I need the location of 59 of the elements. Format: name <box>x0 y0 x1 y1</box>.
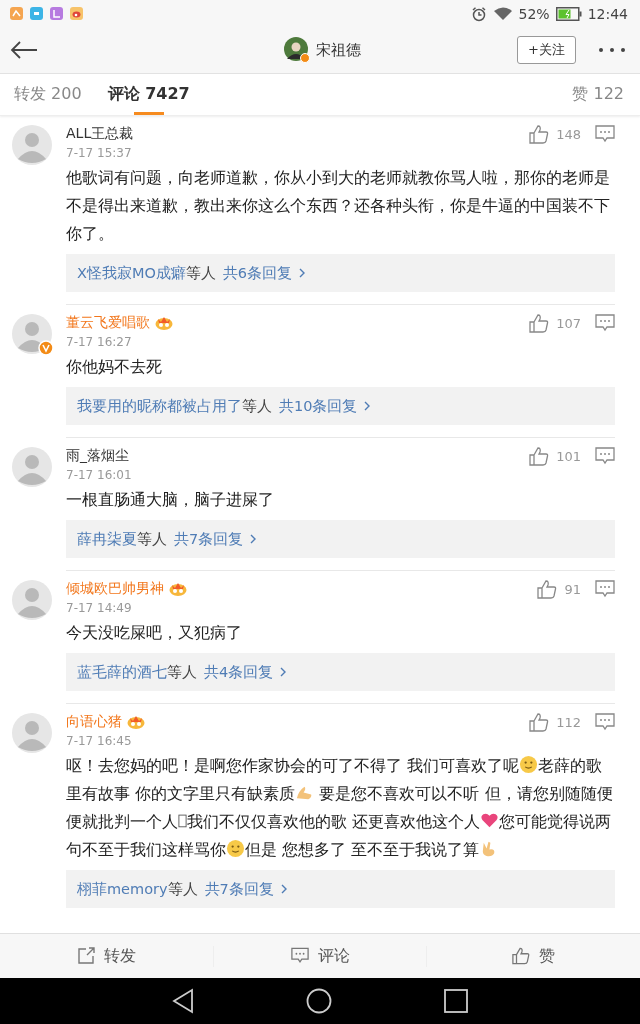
app-notification-icon <box>10 7 23 20</box>
reply-icon[interactable] <box>595 447 615 466</box>
crown-badge-icon <box>155 316 173 330</box>
comment-time: 7-17 16:27 <box>66 335 133 349</box>
chevron-icon <box>298 267 307 279</box>
battery-percentage: 52% <box>518 5 550 22</box>
heart-emoji-icon <box>480 811 500 830</box>
comment-text: 你他妈不去死 <box>66 356 163 378</box>
chevron-icon <box>363 400 372 412</box>
reply-icon[interactable] <box>595 125 615 144</box>
wifi-icon <box>492 6 513 21</box>
clock-time: 12:44 <box>587 5 628 22</box>
smiley-emoji-icon <box>519 755 539 774</box>
replies-link[interactable]: 我要用的昵称都被占用了等人 共10条回复 <box>66 387 615 425</box>
recents-nav-icon[interactable] <box>444 989 468 1013</box>
tab[interactable]: 转发 200 <box>14 74 82 115</box>
crown-badge-icon <box>127 715 145 729</box>
chevron-icon <box>249 533 258 545</box>
smiley-emoji-icon <box>226 839 245 858</box>
like-button[interactable]: 赞 <box>426 945 640 967</box>
username[interactable]: ALL王总裁 <box>66 125 134 143</box>
back-nav-icon[interactable] <box>172 988 194 1014</box>
back-button[interactable] <box>10 40 38 60</box>
comment-text: 一根直肠通大脑，脑子进屎了 <box>66 489 275 511</box>
home-nav-icon[interactable] <box>306 988 332 1014</box>
reply-icon[interactable] <box>595 314 615 333</box>
more-icon[interactable] <box>598 46 626 54</box>
page-title: 宋祖德 <box>316 40 362 60</box>
follow-button[interactable]: +关注 <box>517 36 576 64</box>
share-icon <box>76 947 95 965</box>
comment-time: 7-17 15:37 <box>66 146 133 160</box>
comment-text: 他歌词有问题，向老师道歉，你从小到大的老师就教你骂人啦，那你的老师是不是得出来道歉，教出来你这么个东西？还各种头衔，你是牛逼的中国装不下你了。 <box>66 167 611 245</box>
replies-link[interactable]: 栩菲memory等人 共7条回复 <box>66 870 615 908</box>
repost-button[interactable]: 转发 <box>0 945 213 967</box>
reply-icon[interactable] <box>595 713 615 732</box>
app-notification-icon <box>50 7 63 20</box>
replies-link[interactable]: 薛冉柒夏等人 共7条回复 <box>66 520 615 558</box>
app-notification-icon <box>70 7 83 20</box>
reply-icon[interactable] <box>595 580 615 599</box>
missing-glyph-icon <box>178 811 187 830</box>
comment-button[interactable]: 评论 <box>212 945 427 967</box>
app-notification-icon <box>30 7 43 20</box>
chevron-icon <box>279 883 288 895</box>
tab[interactable]: 评论 7427 <box>107 74 190 115</box>
tab[interactable]: 赞 122 <box>572 74 624 115</box>
replies-link[interactable]: 蓝毛薛的酒七等人 共4条回复 <box>66 653 615 691</box>
comment-time: 7-17 16:01 <box>66 468 132 482</box>
chevron-icon <box>279 666 288 678</box>
comment-icon <box>290 947 309 965</box>
comment-time: 7-17 14:49 <box>66 601 133 615</box>
comment-text: 呕！去您妈的吧！是啊您作家协会的可了不得了 我们可喜欢了呢 老薛的歌里有故事 你的文字里只有缺素质 要是您不喜欢可以不听 但，请您别随随便便就批判一个人 我们不仅仅喜欢他的歌 还更喜欢他这个人 您可能觉得说两句不至于我们这样骂你 但是 您想多了 至不至于我说了算 <box>66 754 614 861</box>
username[interactable]: 雨_落烟尘 <box>66 447 129 465</box>
comment-text: 今天没吃屎吧，又犯病了 <box>66 622 243 644</box>
alarm-icon <box>470 5 487 22</box>
crown-badge-icon <box>169 582 187 596</box>
battery-icon <box>555 6 582 21</box>
thumbs-up-icon <box>512 947 531 965</box>
comment-time: 7-17 16:45 <box>66 734 133 748</box>
replies-link[interactable]: X怪我寂MO成癖等人 共6条回复 <box>66 254 615 292</box>
